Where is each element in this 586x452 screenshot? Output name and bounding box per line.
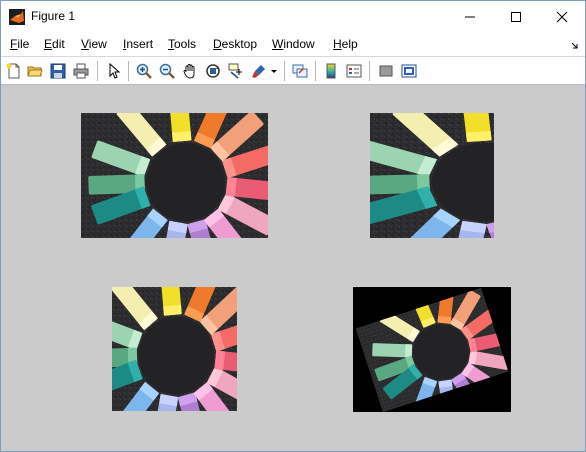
menu-edit[interactable]: Edit: [44, 37, 65, 51]
image-resized: [112, 287, 237, 411]
menu-window[interactable]: Window: [272, 37, 315, 51]
matlab-icon: [9, 9, 25, 25]
pan-hand-icon: [183, 64, 195, 79]
show-plot-tools-button[interactable]: [399, 61, 419, 81]
menu-tools[interactable]: Tools: [168, 37, 196, 51]
window-title: Figure 1: [31, 9, 76, 23]
toolbar-separator: [284, 61, 285, 81]
print-figure-button[interactable]: [71, 61, 91, 81]
image-original: [81, 113, 268, 238]
chevron-down-icon: [271, 70, 277, 73]
menu-view[interactable]: View: [81, 37, 107, 51]
brush-dropdown-button[interactable]: [269, 61, 279, 81]
menu-help[interactable]: Help: [333, 37, 358, 51]
save-figure-button[interactable]: [48, 61, 68, 81]
toolbar-separator: [369, 61, 370, 81]
minimize-icon: [465, 16, 475, 17]
rotate-3d-button[interactable]: [203, 61, 223, 81]
image-cropped: [370, 113, 494, 238]
data-cursor-icon: [228, 63, 242, 79]
hide-plot-tools-icon: [379, 65, 393, 77]
zoom-in-icon: [136, 63, 152, 79]
rotate-3d-icon: [206, 64, 220, 78]
insert-legend-button[interactable]: [344, 61, 364, 81]
hide-plot-tools-button[interactable]: [376, 61, 396, 81]
print-icon: [73, 63, 89, 79]
maximize-icon: [511, 11, 521, 22]
close-icon: [556, 11, 568, 22]
legend-icon: [346, 64, 362, 78]
new-file-icon: [6, 63, 20, 79]
image-rotated: [353, 287, 511, 412]
cursor-arrow-icon: [109, 63, 121, 79]
zoom-out-icon: [159, 63, 175, 79]
pan-button[interactable]: [180, 61, 200, 81]
brush-button[interactable]: [249, 61, 269, 81]
toolbar-separator: [128, 61, 129, 81]
menu-insert[interactable]: Insert: [123, 37, 153, 51]
figure-window: Figure 1 File Edit View Insert Tools Des…: [0, 0, 586, 452]
dock-arrow-icon[interactable]: [571, 39, 579, 53]
zoom-in-button[interactable]: [134, 61, 154, 81]
maximize-button[interactable]: [493, 1, 539, 32]
menu-desktop[interactable]: Desktop: [213, 37, 257, 51]
menu-file[interactable]: File: [10, 37, 29, 51]
new-figure-button[interactable]: [4, 61, 24, 81]
title-bar[interactable]: Figure 1: [1, 1, 585, 32]
figure-toolbar: [1, 56, 585, 85]
toolbar-separator: [315, 61, 316, 81]
menu-bar: File Edit View Insert Tools Desktop Wind…: [1, 33, 585, 55]
link-plot-button[interactable]: [290, 61, 310, 81]
close-button[interactable]: [539, 1, 585, 32]
open-file-button[interactable]: [25, 61, 45, 81]
zoom-out-button[interactable]: [157, 61, 177, 81]
minimize-button[interactable]: [447, 1, 493, 32]
show-plot-tools-icon: [401, 64, 417, 78]
data-cursor-button[interactable]: [226, 61, 246, 81]
brush-icon: [252, 65, 265, 78]
figure-canvas[interactable]: [1, 85, 585, 451]
save-icon: [50, 63, 66, 79]
edit-plot-button[interactable]: [104, 61, 124, 81]
link-plot-icon: [292, 64, 308, 78]
colorbar-icon: [326, 63, 336, 79]
toolbar-separator: [97, 61, 98, 81]
insert-colorbar-button[interactable]: [321, 61, 341, 81]
open-folder-icon: [27, 66, 43, 77]
